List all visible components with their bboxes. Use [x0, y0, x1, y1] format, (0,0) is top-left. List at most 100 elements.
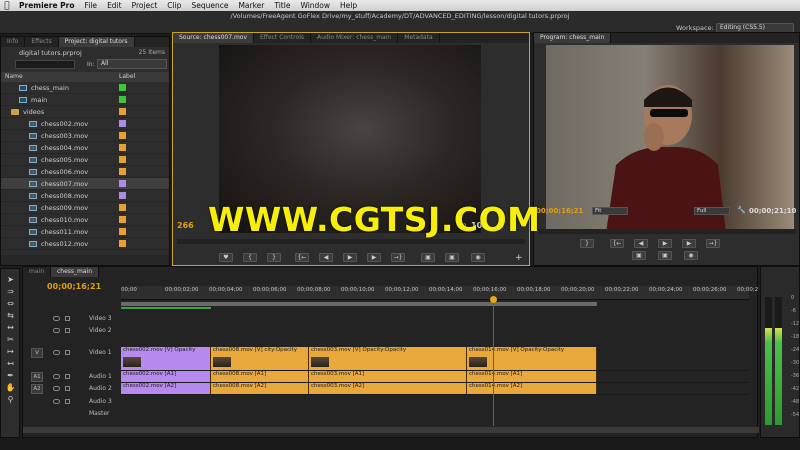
audio-clip[interactable]: chess014.mov [A2]	[467, 383, 597, 394]
button-editor-icon[interactable]: +	[515, 253, 523, 263]
playhead-handle[interactable]	[490, 296, 497, 303]
audio-clip[interactable]: chess002.mov [A1]	[121, 371, 211, 382]
program-step-back-icon[interactable]: ◀	[634, 239, 648, 248]
label-color-swatch[interactable]	[119, 180, 126, 187]
project-item[interactable]: chess006.mov	[1, 166, 169, 178]
label-color-swatch[interactable]	[119, 108, 126, 115]
tab-main[interactable]: main	[23, 267, 51, 277]
track-select-tool-icon[interactable]: ⇒	[4, 287, 17, 297]
label-color-swatch[interactable]	[119, 156, 126, 163]
project-item[interactable]: chess004.mov	[1, 142, 169, 154]
target-v[interactable]: V	[31, 348, 43, 358]
menu-sequence[interactable]: Sequence	[186, 1, 233, 10]
program-video-frame[interactable]	[546, 45, 794, 233]
go-to-out-button[interactable]: →}	[391, 253, 405, 262]
lock-icon[interactable]	[65, 399, 70, 404]
program-time-ruler[interactable]	[538, 229, 796, 234]
speaker-icon[interactable]	[53, 374, 60, 379]
tab-chess-main[interactable]: chess_main	[51, 267, 100, 277]
overwrite-button[interactable]: ▣	[445, 253, 459, 262]
label-color-swatch[interactable]	[119, 120, 126, 127]
project-item[interactable]: main	[1, 94, 169, 106]
label-color-swatch[interactable]	[119, 216, 126, 223]
label-color-swatch[interactable]	[119, 96, 126, 103]
menu-title[interactable]: Title	[269, 1, 295, 10]
audio-clip[interactable]: chess003.mov [A2]	[309, 383, 467, 394]
menu-file[interactable]: File	[80, 1, 103, 10]
tab-source[interactable]: Source: chess007.mov	[173, 33, 255, 43]
audio-clip[interactable]: chess003.mov [A1]	[309, 371, 467, 382]
column-label[interactable]: Label	[119, 73, 135, 80]
zoom-tool-icon[interactable]: ⚲	[4, 395, 17, 405]
tab-effect-controls[interactable]: Effect Controls	[254, 33, 312, 43]
source-timecode[interactable]: 266	[177, 221, 194, 230]
lock-icon[interactable]	[65, 316, 70, 321]
speaker-icon[interactable]	[53, 386, 60, 391]
menu-help[interactable]: Help	[335, 1, 362, 10]
lock-icon[interactable]	[65, 374, 70, 379]
video-clip[interactable]: chess002.mov [V] Opacity	[121, 347, 211, 370]
project-item[interactable]: chess007.mov	[1, 178, 169, 190]
label-color-swatch[interactable]	[119, 168, 126, 175]
project-item[interactable]: chess008.mov	[1, 190, 169, 202]
project-item[interactable]: chess005.mov	[1, 154, 169, 166]
insert-button[interactable]: ▣	[421, 253, 435, 262]
rate-stretch-tool-icon[interactable]: ↔	[4, 323, 17, 333]
project-item[interactable]: chess009.mov	[1, 202, 169, 214]
audio-clip[interactable]: chess008.mov [A2]	[211, 383, 309, 394]
selection-tool-icon[interactable]: ➤	[4, 275, 17, 285]
timeline-timecode[interactable]: 00;00;16;21	[47, 282, 101, 291]
menu-clip[interactable]: Clip	[162, 1, 186, 10]
lock-icon[interactable]	[65, 386, 70, 391]
audio-clip[interactable]: chess002.mov [A2]	[121, 383, 211, 394]
mark-in-button[interactable]: {	[243, 253, 257, 262]
fit-select[interactable]: Fit	[592, 207, 628, 215]
marker-button[interactable]: ♥	[219, 253, 233, 262]
eye-icon[interactable]	[53, 316, 60, 321]
razor-tool-icon[interactable]: ✂	[4, 335, 17, 345]
menu-window[interactable]: Window	[295, 1, 335, 10]
label-color-swatch[interactable]	[119, 84, 126, 91]
export-frame-icon[interactable]: ◉	[471, 253, 485, 262]
project-item[interactable]: chess011.mov	[1, 226, 169, 238]
hand-tool-icon[interactable]: ✋	[4, 383, 17, 393]
project-item[interactable]: chess010.mov	[1, 214, 169, 226]
program-go-to-in-button[interactable]: {←	[610, 239, 624, 248]
quality-select[interactable]: Full	[694, 207, 730, 215]
menu-app-name[interactable]: Premiere Pro	[14, 1, 80, 10]
slide-tool-icon[interactable]: ↤	[4, 359, 17, 369]
program-export-frame-icon[interactable]: ◉	[684, 251, 698, 260]
project-search-input[interactable]	[15, 60, 75, 69]
eye-icon[interactable]	[53, 350, 60, 355]
work-area-bar[interactable]	[121, 302, 597, 306]
project-item[interactable]: chess012.mov	[1, 238, 169, 250]
step-forward-icon[interactable]: ▶	[367, 253, 381, 262]
playhead-line[interactable]	[493, 296, 494, 426]
ripple-edit-tool-icon[interactable]: ⇔	[4, 299, 17, 309]
program-timecode[interactable]: 00;00;16;21	[536, 207, 583, 215]
pen-tool-icon[interactable]: ✒	[4, 371, 17, 381]
play-icon[interactable]: ▶	[343, 253, 357, 262]
label-color-swatch[interactable]	[119, 228, 126, 235]
wrench-icon[interactable]: 🔧	[737, 206, 746, 214]
label-color-swatch[interactable]	[119, 132, 126, 139]
video-clip[interactable]: chess014.mov [V] Opacity:Opacity	[467, 347, 597, 370]
menu-edit[interactable]: Edit	[102, 1, 127, 10]
audio-clip[interactable]: chess008.mov [A1]	[211, 371, 309, 382]
go-to-in-button[interactable]: {←	[295, 253, 309, 262]
lock-icon[interactable]	[65, 350, 70, 355]
tab-project[interactable]: Project: digital tutors	[58, 37, 135, 47]
tab-program[interactable]: Program: chess_main	[534, 33, 612, 43]
timeline-ruler[interactable]: 00;00 00;00;02;00 00;00;04;00 00;00;06;00 00…	[121, 286, 758, 300]
target-a1[interactable]: A1	[31, 372, 43, 382]
menu-project[interactable]: Project	[127, 1, 163, 10]
target-a2[interactable]: A2	[31, 384, 43, 394]
program-mark-out-button[interactable]: }	[580, 239, 594, 248]
column-name[interactable]: Name	[5, 73, 23, 80]
project-item[interactable]: videos	[1, 106, 169, 118]
timeline-scrollbar[interactable]	[23, 427, 759, 433]
tab-metadata[interactable]: Metadata	[398, 33, 440, 43]
tab-effects[interactable]: Effects	[25, 37, 59, 47]
eye-icon[interactable]	[53, 328, 60, 333]
step-back-icon[interactable]: ◀	[319, 253, 333, 262]
